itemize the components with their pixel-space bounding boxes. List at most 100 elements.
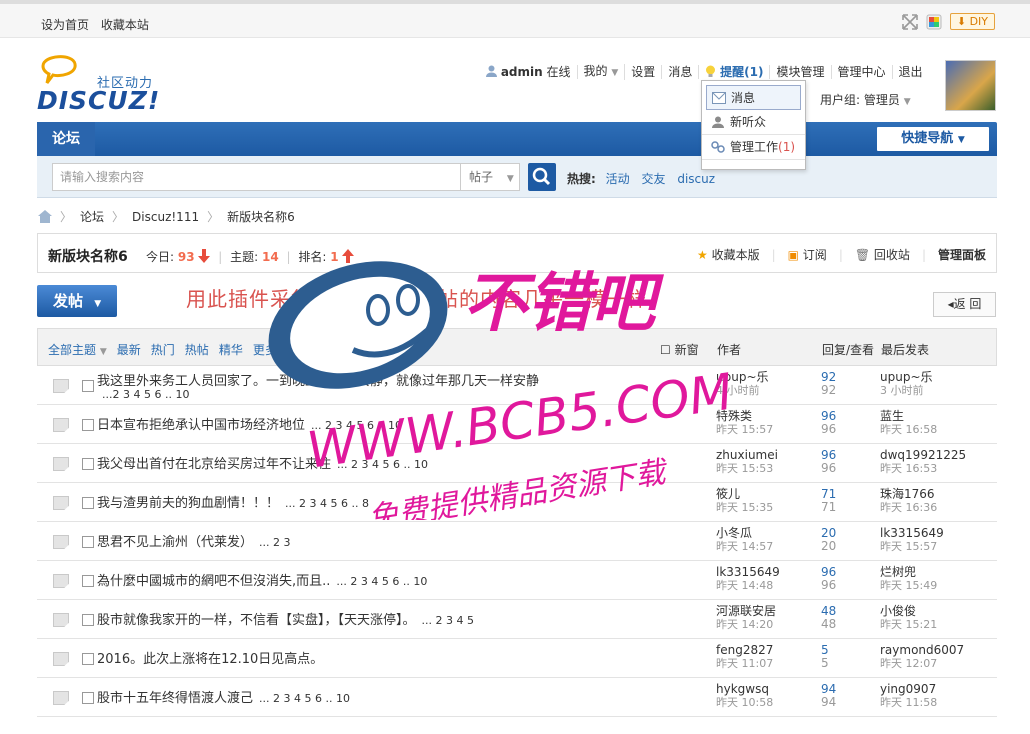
thread-pages[interactable]: ... 2 3 (259, 536, 290, 549)
table-row[interactable]: 為什麼中國城市的網吧不但沒消失,而且.. ... 2 3 4 5 6 .. 10 l… (37, 561, 997, 600)
thread-title[interactable]: 2016。此次上涨将在12.10日见高点。 (97, 652, 323, 667)
my-menu[interactable]: 我的 ▼ (578, 64, 626, 80)
user-name[interactable]: admin 在线 (480, 65, 578, 79)
popup-new-listener[interactable]: 新听众 (702, 110, 805, 135)
breadcrumb-current[interactable]: 新版块名称6 (227, 208, 295, 225)
set-homepage-link[interactable]: 设为首页 (41, 18, 89, 32)
thread-checkbox[interactable] (82, 692, 94, 704)
new-window-toggle[interactable]: ☐ 新窗 (660, 341, 699, 358)
thread-title[interactable]: 股市十五年终得悟渡人渡己 (97, 691, 253, 706)
popup-messages[interactable]: 消息 (706, 85, 801, 110)
thread-checkbox[interactable] (82, 419, 94, 431)
table-row[interactable]: 2016。此次上涨将在12.10日见高点。 feng2827 昨天 11:07 5 5 r… (37, 639, 997, 678)
last-post-time[interactable]: 昨天 15:21 (880, 618, 937, 631)
thread-title[interactable]: 思君不见上渝州（代莱发） (97, 535, 253, 550)
last-post-time[interactable]: 昨天 16:36 (880, 501, 937, 514)
filter-more[interactable]: 更多 (253, 341, 277, 358)
tab-forum[interactable]: 论坛 (37, 122, 95, 156)
author-name[interactable]: 小冬瓜 (716, 527, 773, 540)
filter-hot[interactable]: 热门 (151, 341, 175, 358)
bookmark-link[interactable]: 收藏本站 (101, 18, 149, 32)
author-name[interactable]: hykgwsq (716, 683, 773, 696)
last-post-time[interactable]: 昨天 16:53 (880, 462, 966, 475)
last-post-time[interactable]: 昨天 15:57 (880, 540, 944, 553)
admin-center-link[interactable]: 管理中心 (832, 65, 893, 79)
last-post-time[interactable]: 3 小时前 (880, 384, 933, 397)
messages-link[interactable]: 消息 (662, 65, 700, 79)
thread-title[interactable]: 為什麼中國城市的網吧不但沒消失,而且.. (97, 574, 330, 589)
new-post-button[interactable]: 发帖 ▼ (37, 285, 117, 317)
last-post-user[interactable]: 小俊俊 (880, 605, 937, 618)
thread-pages[interactable]: ...2 3 4 5 6 .. 10 (102, 388, 189, 401)
thread-pages[interactable]: ... 2 3 4 5 6 .. 8 (285, 497, 369, 510)
module-manage-link[interactable]: 模块管理 (770, 65, 832, 79)
author-name[interactable]: 特殊类 (716, 410, 773, 423)
last-post-user[interactable]: raymond6007 (880, 644, 964, 657)
filter-all[interactable]: 全部主题 ▼ (48, 341, 107, 358)
author-name[interactable]: lk3315649 (716, 566, 780, 579)
thread-pages[interactable]: ... 2 3 4 5 6 .. 10 (337, 458, 428, 471)
last-post-user[interactable]: 珠海1766 (880, 488, 937, 501)
quick-nav-button[interactable]: 快捷导航 ▼ (877, 127, 989, 151)
last-post-user[interactable]: 烂树兜 (880, 566, 937, 579)
home-icon[interactable] (38, 210, 52, 223)
admin-panel-button[interactable]: 管理面板 (938, 246, 986, 263)
thread-pages[interactable]: ... 2 3 4 5 6 .. 10 (311, 419, 402, 432)
subscribe-button[interactable]: ▣ 订阅 (788, 246, 827, 263)
author-name[interactable]: feng2827 (716, 644, 773, 657)
recycle-bin-button[interactable]: 🗑 回收站 (855, 246, 910, 263)
last-post-user[interactable]: lk3315649 (880, 527, 944, 540)
thread-checkbox[interactable] (82, 458, 94, 470)
table-row[interactable]: 股市就像我家开的一样，不信看【实盘】，【天天涨停】。 ... 2 3 4 5 河源联… (37, 600, 997, 639)
back-button[interactable]: ◂返 回 (933, 292, 996, 317)
thread-pages[interactable]: ... 2 3 4 5 6 .. 10 (336, 575, 427, 588)
author-name[interactable]: 筱儿 (716, 488, 773, 501)
remind-link[interactable]: 提醒(1) (699, 65, 771, 79)
table-row[interactable]: 我与渣男前夫的狗血剧情！！！ ... 2 3 4 5 6 .. 8 筱儿 昨天 15:… (37, 483, 997, 522)
hot-search-item[interactable]: discuz (677, 172, 715, 186)
author-name[interactable]: zhuxiumei (716, 449, 778, 462)
last-post-user[interactable]: dwq19921225 (880, 449, 966, 462)
filter-digest[interactable]: 精华 (219, 341, 243, 358)
thread-checkbox[interactable] (82, 497, 94, 509)
diy-button[interactable]: ⬇ DIY (949, 13, 995, 30)
last-post-time[interactable]: 昨天 15:49 (880, 579, 937, 592)
hot-search-item[interactable]: 活动 (606, 172, 630, 186)
last-post-user[interactable]: upup~乐 (880, 371, 933, 384)
search-type-select[interactable]: 帖子 ▼ (460, 163, 520, 191)
settings-link[interactable]: 设置 (625, 65, 663, 79)
table-row[interactable]: 我这里外来务工人员回家了。一到晚上街上很安静，就像过年那几天一样安静 ...2 3… (37, 366, 997, 405)
hot-search-item[interactable]: 交友 (641, 172, 665, 186)
fullscreen-icon[interactable] (902, 13, 918, 30)
thread-checkbox[interactable] (82, 380, 94, 392)
thread-title[interactable]: 我与渣男前夫的狗血剧情！！！ (97, 496, 279, 511)
popup-manage-work[interactable]: 管理工作(1) (702, 135, 805, 160)
last-post-time[interactable]: 昨天 11:58 (880, 696, 937, 709)
favorite-forum-button[interactable]: ★ 收藏本版 (697, 246, 760, 263)
last-post-time[interactable]: 昨天 16:58 (880, 423, 937, 436)
filter-hot-posts[interactable]: 热帖 (185, 341, 209, 358)
breadcrumb-group[interactable]: Discuz!111 (132, 210, 199, 224)
table-row[interactable]: 股市十五年终得悟渡人渡己 ... 2 3 4 5 6 .. 10 hykgwsq 昨天… (37, 678, 997, 717)
table-row[interactable]: 思君不见上渝州（代莱发） ... 2 3 小冬瓜 昨天 14:57 20 20 lk3315… (37, 522, 997, 561)
user-group[interactable]: 用户组: 管理员 ▼ (820, 91, 911, 108)
last-post-user[interactable]: 蓝生 (880, 410, 937, 423)
thread-pages[interactable]: ... 2 3 4 5 (422, 614, 474, 627)
last-post-user[interactable]: ying0907 (880, 683, 937, 696)
last-post-time[interactable]: 昨天 12:07 (880, 657, 964, 670)
thread-checkbox[interactable] (82, 536, 94, 548)
thread-checkbox[interactable] (82, 575, 94, 587)
search-input[interactable]: 请输入搜索内容 (52, 163, 462, 191)
search-button[interactable] (528, 163, 556, 191)
logout-link[interactable]: 退出 (893, 65, 929, 79)
thread-title[interactable]: 日本宣布拒绝承认中国市场经济地位 (97, 418, 305, 433)
thread-title[interactable]: 股市就像我家开的一样，不信看【实盘】，【天天涨停】。 (97, 613, 416, 628)
thread-title[interactable]: 我这里外来务工人员回家了。一到晚上街上很安静，就像过年那几天一样安静 (97, 374, 539, 389)
breadcrumb-forum[interactable]: 论坛 (80, 208, 104, 225)
thread-checkbox[interactable] (82, 614, 94, 626)
filter-latest[interactable]: 最新 (117, 341, 141, 358)
avatar[interactable] (945, 60, 996, 111)
table-row[interactable]: 日本宣布拒绝承认中国市场经济地位 ... 2 3 4 5 6 .. 10 特殊类昨天… (37, 405, 997, 444)
thread-title[interactable]: 我父母出首付在北京给买房过年不让来住 (97, 457, 331, 472)
thread-pages[interactable]: ... 2 3 4 5 6 .. 10 (259, 692, 350, 705)
